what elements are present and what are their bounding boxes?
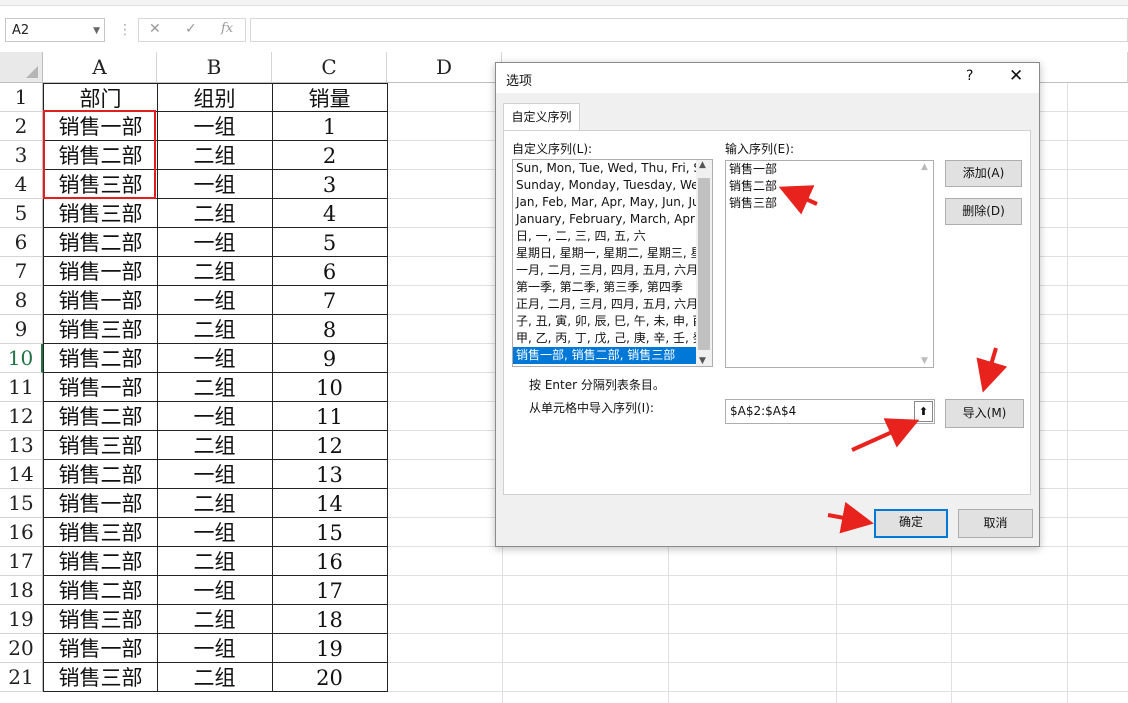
- arrow-to-ok-button: [827, 501, 874, 534]
- arrow-to-import-button: [976, 347, 1008, 393]
- arrow-to-range-button: [851, 418, 920, 452]
- annotation-arrows: [778, 185, 1008, 534]
- arrow-to-entries: [778, 185, 818, 215]
